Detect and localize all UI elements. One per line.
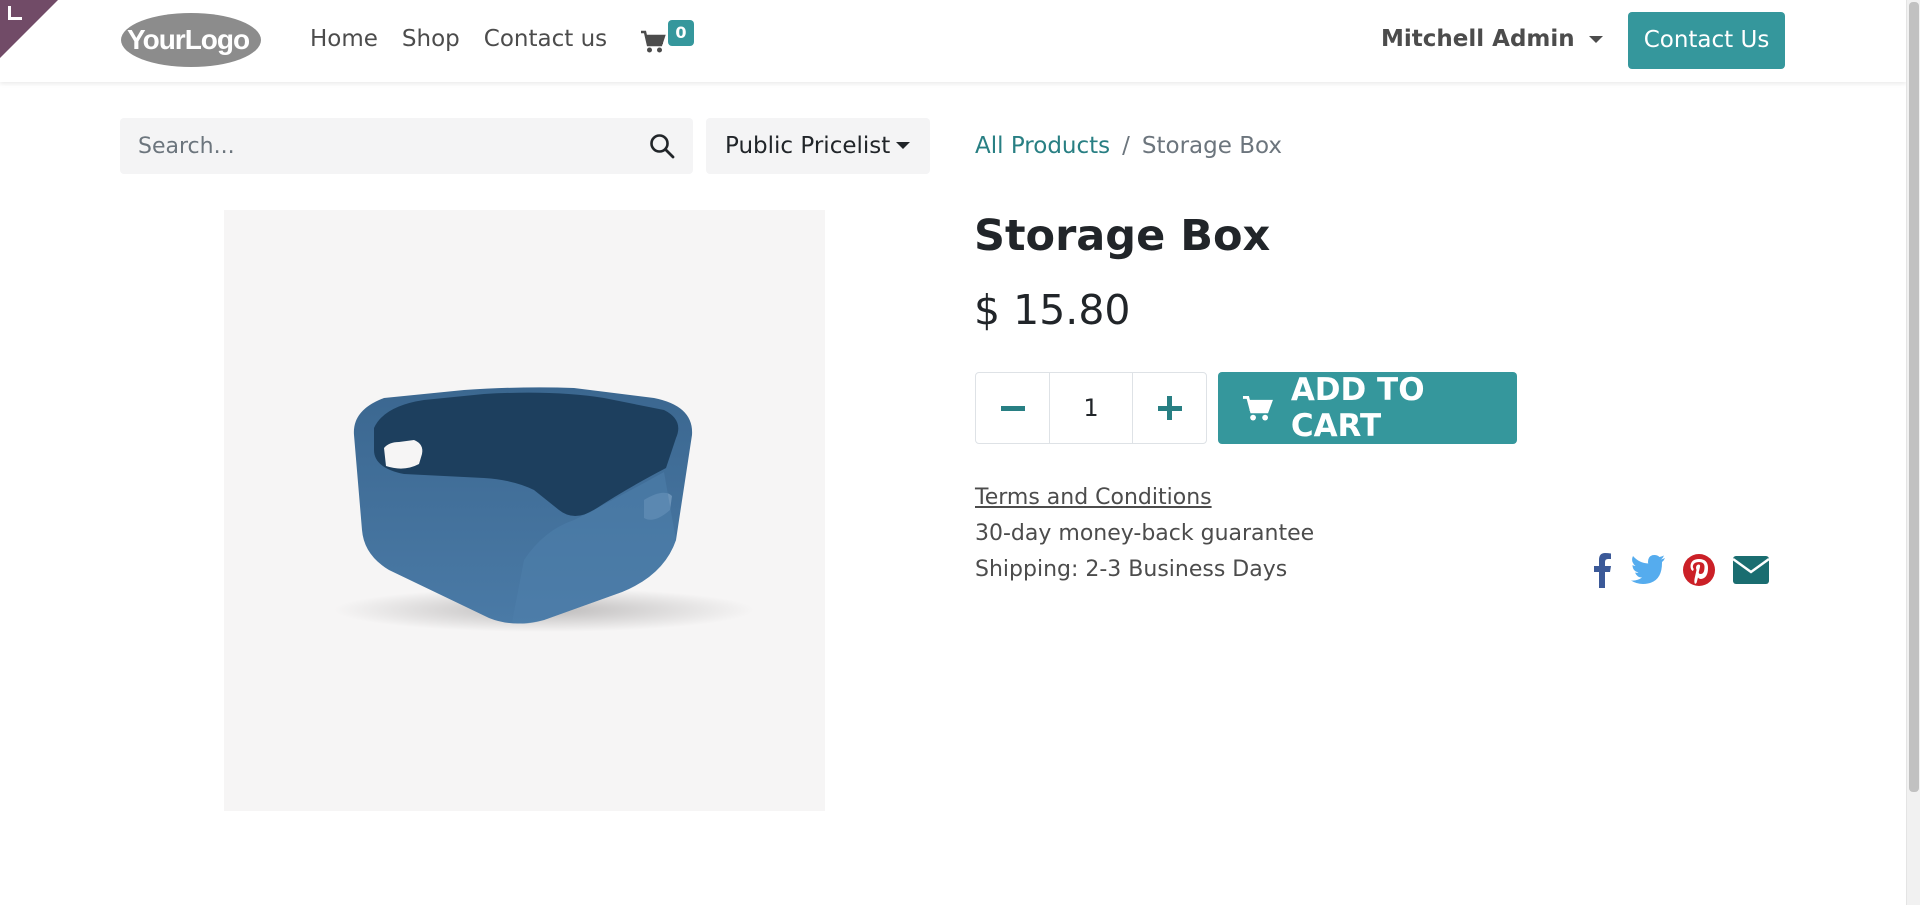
plus-icon [1157,396,1182,420]
cart-icon [1242,395,1273,421]
product-image[interactable] [224,210,825,811]
terms-and-conditions-link[interactable]: Terms and Conditions [975,482,1212,514]
quantity-input[interactable] [1049,373,1133,443]
cart-icon [641,30,666,53]
pinterest-icon[interactable] [1682,553,1716,587]
storage-box-image [334,387,754,632]
contact-us-button[interactable]: Contact Us [1628,12,1785,69]
email-icon[interactable] [1732,555,1770,585]
social-share [1590,552,1786,588]
breadcrumb-all-products[interactable]: All Products [975,133,1110,159]
cart-count-badge: 0 [668,20,694,46]
main-nav: Home Shop Contact us [310,23,631,55]
page-scrollbar[interactable] [1906,0,1920,905]
pricelist-dropdown[interactable]: Public Pricelist [706,118,930,174]
nav-contact-us[interactable]: Contact us [484,23,607,55]
scrollbar-thumb[interactable] [1909,2,1919,792]
chevron-down-icon [896,142,910,149]
search-icon[interactable] [648,132,676,160]
breadcrumb: All Products / Storage Box [975,130,1282,162]
shipping-text: Shipping: 2-3 Business Days [975,557,1288,582]
user-name: Mitchell Admin [1381,26,1575,52]
product-title: Storage Box [974,211,1271,261]
pricelist-label: Public Pricelist [725,133,891,159]
add-to-cart-button[interactable]: ADD TO CART [1218,372,1517,444]
cart-link[interactable]: 0 [640,20,700,64]
minus-icon [1000,405,1025,411]
user-menu[interactable]: Mitchell Admin [1381,23,1603,55]
edit-corner-tab[interactable] [0,0,58,58]
chevron-down-icon [1588,35,1603,43]
nav-shop[interactable]: Shop [402,23,460,55]
decrease-quantity-button[interactable] [976,373,1049,443]
nav-home[interactable]: Home [310,23,378,55]
twitter-icon[interactable] [1630,554,1666,586]
breadcrumb-separator: / [1122,133,1130,159]
increase-quantity-button[interactable] [1133,373,1206,443]
logo-icon: YourLogo [121,13,261,67]
guarantee-text: 30-day money-back guarantee [975,521,1315,546]
svg-text:YourLogo: YourLogo [127,24,250,55]
facebook-icon[interactable] [1590,552,1614,588]
product-price: $ 15.80 [974,286,1131,334]
breadcrumb-current: Storage Box [1141,133,1282,159]
product-search [120,118,693,174]
logo[interactable]: YourLogo [119,11,263,69]
quantity-stepper [975,372,1207,444]
search-input[interactable] [120,118,620,174]
corner-icon [8,6,22,20]
site-header: YourLogo Home Shop Contact us 0 Mitchell… [0,0,1906,82]
add-to-cart-label: ADD TO CART [1290,372,1425,444]
